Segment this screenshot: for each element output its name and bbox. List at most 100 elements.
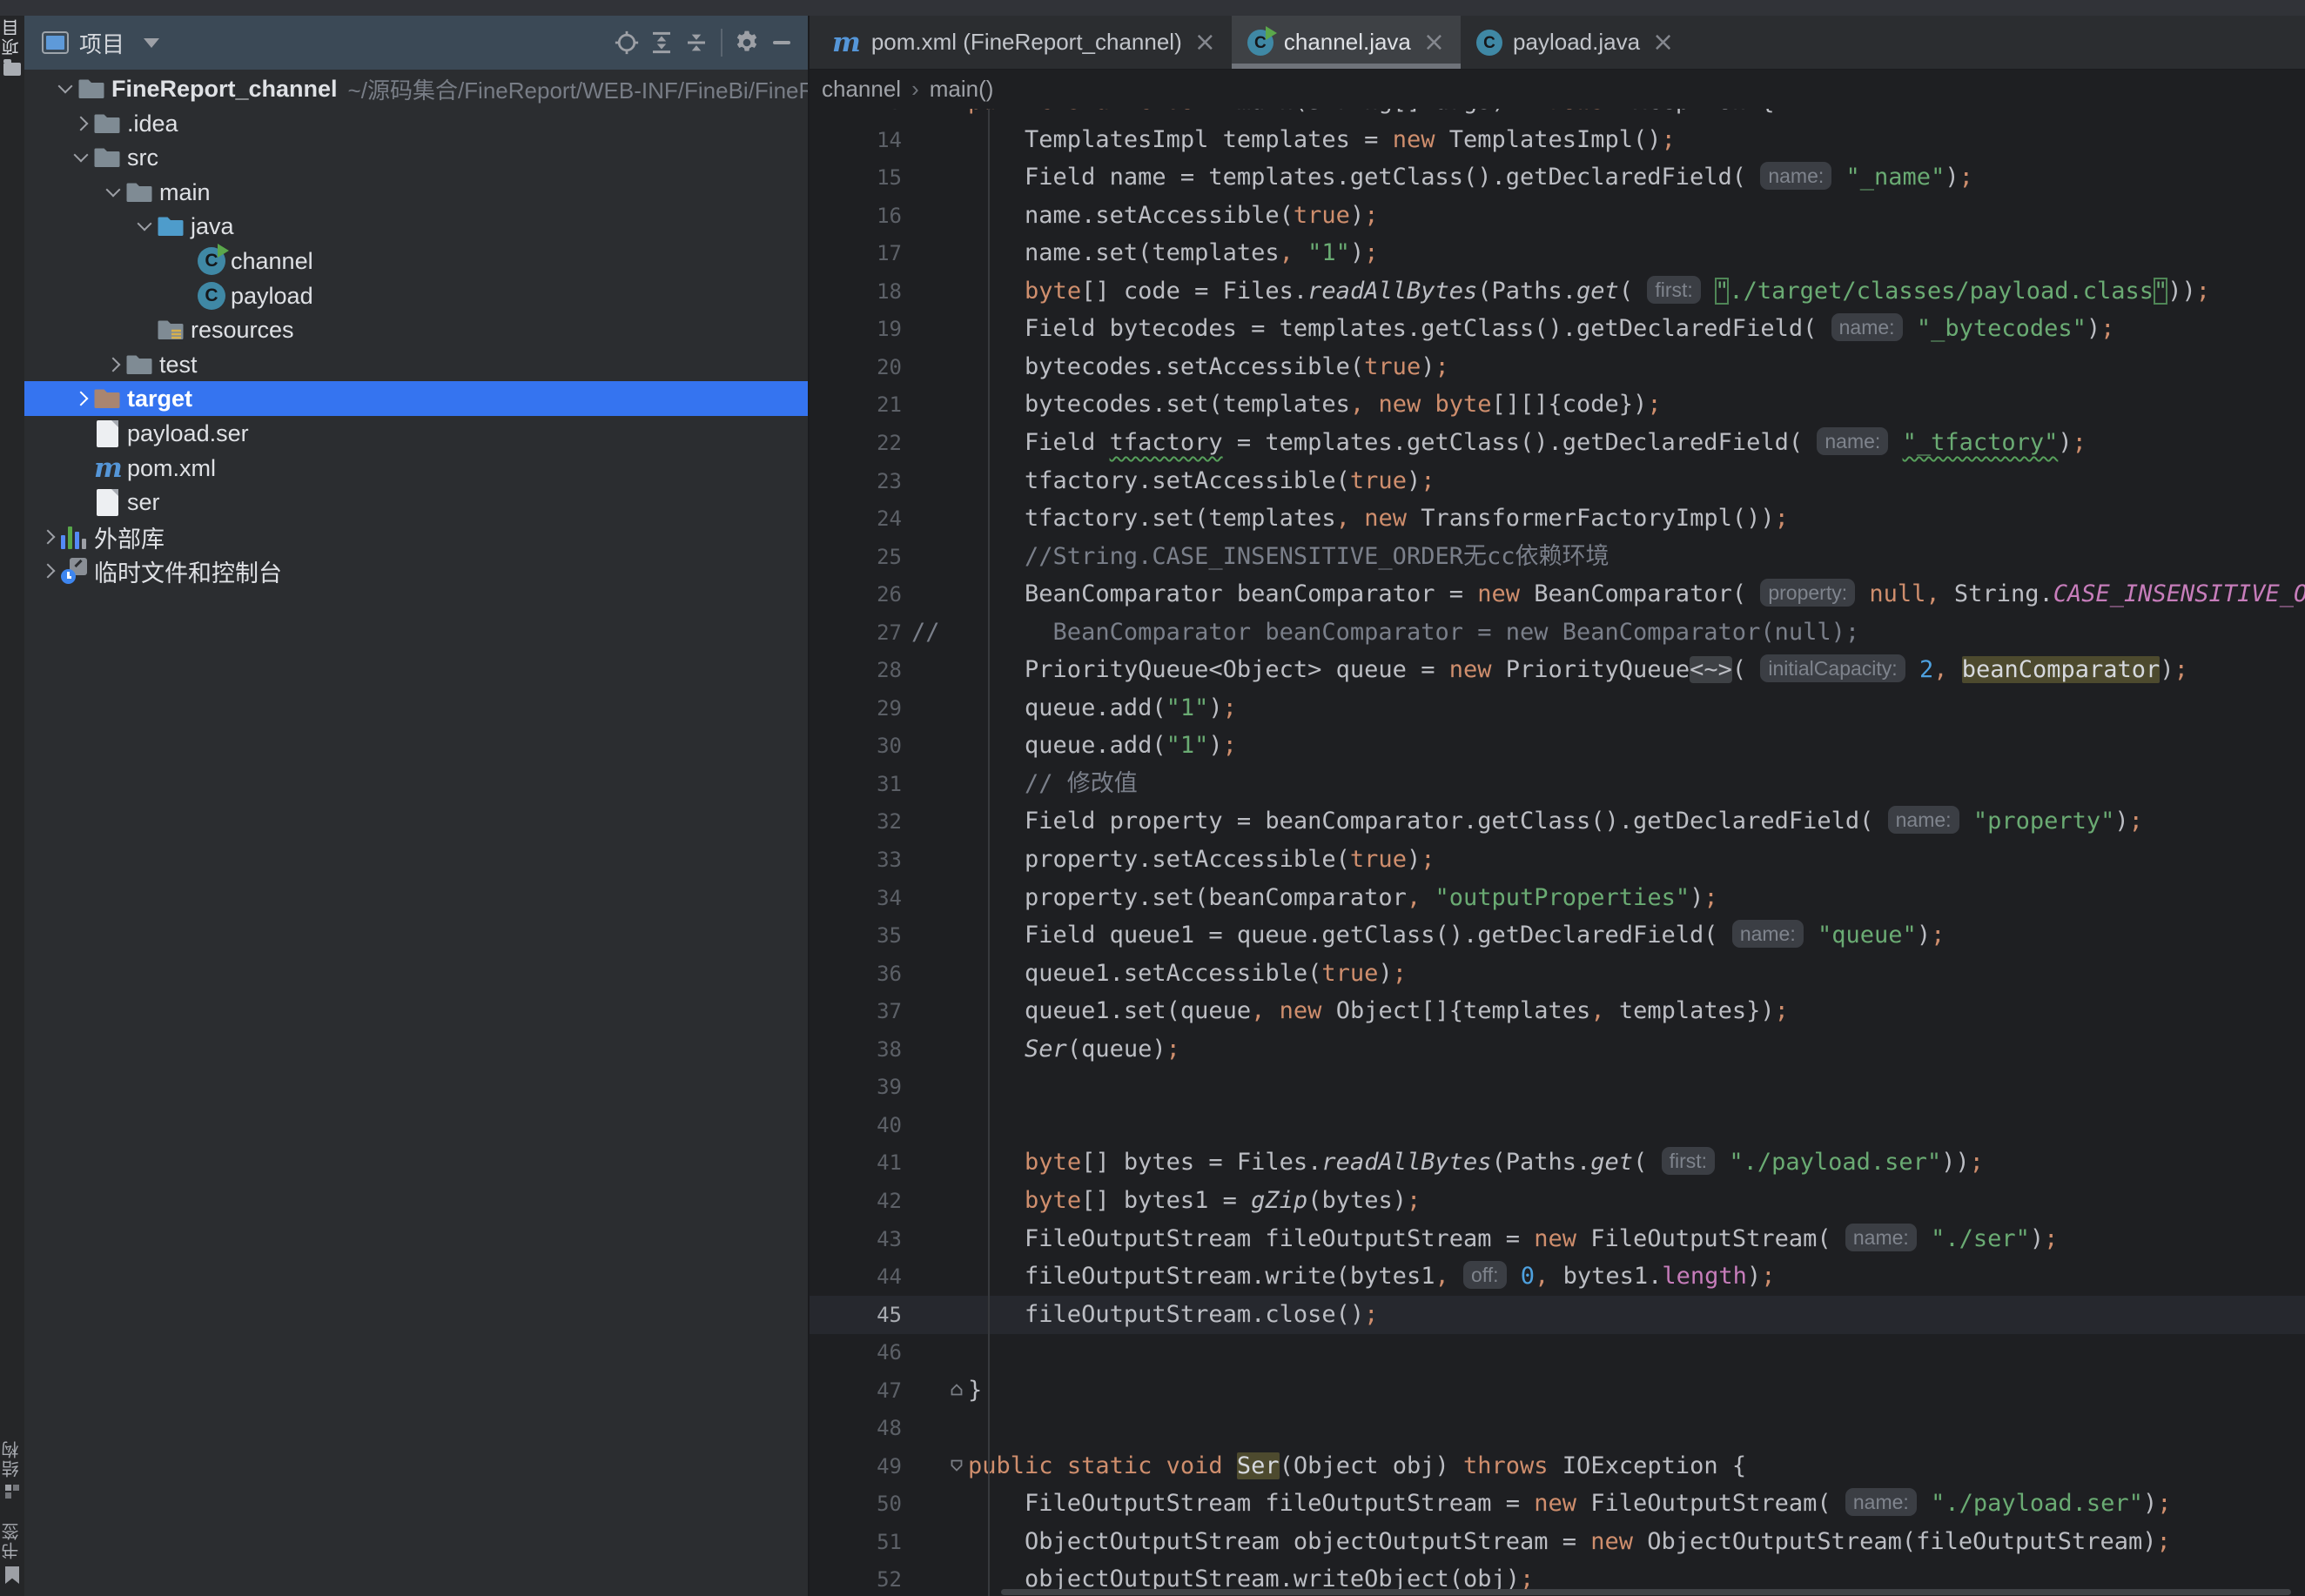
chevron-down-icon[interactable]	[144, 37, 160, 48]
code-line-22[interactable]: Field tfactory = templates.getClass().ge…	[911, 424, 2087, 462]
line-number-17[interactable]: 17	[810, 234, 902, 272]
code-line-21[interactable]: bytecodes.set(templates, new byte[][]{co…	[911, 386, 1662, 424]
tab-payload.java[interactable]: C payload.java ×	[1461, 16, 1690, 69]
line-number-48[interactable]: 48	[810, 1409, 902, 1447]
tree-item-FineReport_channel[interactable]: FineReport_channel ~/源码集合/FineReport/WEB-…	[24, 71, 810, 106]
code-line-26[interactable]: BeanComparator beanComparator = new Bean…	[911, 575, 2305, 614]
code-line-34[interactable]: property.set(beanComparator, "outputProp…	[911, 879, 1718, 917]
line-number-22[interactable]: 22	[810, 424, 902, 462]
code-line-13[interactable]: public static void main(String[] args) t…	[911, 109, 1775, 121]
line-number-15[interactable]: 15	[810, 158, 902, 197]
tab-pom.xml[interactable]: m pom.xml (FineReport_channel) ×	[816, 16, 1232, 69]
code-line-31[interactable]: // 修改值	[911, 765, 1138, 803]
line-number-16[interactable]: 16	[810, 197, 902, 235]
tree-item-外部库[interactable]: 外部库	[24, 520, 810, 554]
stripe-button-project[interactable]: 项目	[3, 17, 22, 76]
line-number-32[interactable]: 32	[810, 802, 902, 841]
breadcrumb-item[interactable]: channel	[822, 76, 901, 103]
line-number-26[interactable]: 26	[810, 575, 902, 614]
tree-item-target[interactable]: target	[24, 381, 810, 416]
chevron-down-icon[interactable]	[57, 78, 73, 94]
code-line-15[interactable]: Field name = templates.getClass().getDec…	[911, 158, 1973, 197]
code-line-32[interactable]: Field property = beanComparator.getClass…	[911, 802, 2143, 841]
tree-item-main[interactable]: main	[24, 175, 810, 210]
code-line-36[interactable]: queue1.setAccessible(true);	[911, 955, 1407, 993]
line-number-50[interactable]: 50	[810, 1485, 902, 1523]
line-number-51[interactable]: 51	[810, 1523, 902, 1561]
tree-item-channel[interactable]: C channel	[24, 244, 810, 278]
tree-item-.idea[interactable]: .idea	[24, 106, 810, 141]
tree-item-临时文件和控制台[interactable]: 临时文件和控制台	[24, 553, 810, 588]
line-number-35[interactable]: 35	[810, 916, 902, 955]
code-line-28[interactable]: PriorityQueue<Object> queue = new Priori…	[911, 651, 2188, 689]
tree-item-resources[interactable]: resources	[24, 312, 810, 347]
line-number-38[interactable]: 38	[810, 1030, 902, 1069]
code-line-50[interactable]: FileOutputStream fileOutputStream = new …	[911, 1485, 2171, 1523]
code-line-14[interactable]: TemplatesImpl templates = new TemplatesI…	[911, 121, 1676, 159]
line-number-20[interactable]: 20	[810, 348, 902, 386]
chevron-right-icon[interactable]	[73, 116, 89, 131]
close-icon[interactable]: ×	[1194, 29, 1216, 56]
close-icon[interactable]: ×	[1423, 29, 1445, 56]
code-line-27[interactable]: // BeanComparator beanComparator = new B…	[911, 614, 1859, 652]
breadcrumb-item[interactable]: main()	[930, 76, 994, 103]
line-number-23[interactable]: 23	[810, 462, 902, 500]
line-number-49[interactable]: 49	[810, 1447, 902, 1485]
horizontal-scrollbar[interactable]	[1001, 1589, 2291, 1595]
line-number-46[interactable]: 46	[810, 1333, 902, 1371]
chevron-right-icon[interactable]	[40, 563, 56, 579]
line-number-52[interactable]: 52	[810, 1560, 902, 1596]
code-line-47[interactable]: }	[911, 1371, 982, 1410]
locate-file-button[interactable]	[609, 25, 644, 60]
chevron-right-icon[interactable]	[105, 357, 121, 372]
line-number-45[interactable]: 45	[810, 1296, 902, 1334]
line-number-28[interactable]: 28	[810, 651, 902, 689]
code-line-35[interactable]: Field queue1 = queue.getClass().getDecla…	[911, 916, 1945, 955]
chevron-down-icon[interactable]	[105, 182, 121, 198]
code-line-43[interactable]: FileOutputStream fileOutputStream = new …	[911, 1220, 2058, 1258]
tree-item-ser[interactable]: ser	[24, 485, 810, 520]
line-number-43[interactable]: 43	[810, 1220, 902, 1258]
tree-item-src[interactable]: src	[24, 140, 810, 175]
line-number-27[interactable]: 27	[810, 614, 902, 652]
code-line-49[interactable]: public static void Ser(Object obj) throw…	[911, 1447, 1746, 1485]
line-number-29[interactable]: 29	[810, 689, 902, 728]
line-number-25[interactable]: 25	[810, 538, 902, 576]
panel-editor-divider[interactable]	[808, 16, 810, 1596]
chevron-down-icon[interactable]	[137, 216, 152, 231]
code-editor[interactable]: 13 public static void main(String[] args…	[810, 109, 2305, 1596]
chevron-down-icon[interactable]	[73, 147, 89, 163]
code-line-24[interactable]: tfactory.set(templates, new TransformerF…	[911, 500, 1789, 538]
chevron-right-icon[interactable]	[40, 529, 56, 545]
tab-channel.java[interactable]: C channel.java ×	[1231, 16, 1462, 69]
line-number-33[interactable]: 33	[810, 841, 902, 879]
code-line-30[interactable]: queue.add("1");	[911, 727, 1237, 765]
tree-item-java[interactable]: java	[24, 209, 810, 244]
tree-item-pom.xml[interactable]: m pom.xml	[24, 451, 810, 486]
chevron-right-icon[interactable]	[73, 391, 89, 406]
hide-panel-button[interactable]	[764, 25, 799, 60]
code-line-37[interactable]: queue1.set(queue, new Object[]{templates…	[911, 992, 1789, 1030]
line-number-18[interactable]: 18	[810, 272, 902, 311]
close-icon[interactable]: ×	[1652, 29, 1674, 56]
tree-item-test[interactable]: test	[24, 347, 810, 382]
code-line-20[interactable]: bytecodes.setAccessible(true);	[911, 348, 1449, 386]
line-number-14[interactable]: 14	[810, 121, 902, 159]
collapse-all-button[interactable]	[679, 25, 714, 60]
line-number-41[interactable]: 41	[810, 1143, 902, 1182]
expand-all-button[interactable]	[644, 25, 679, 60]
line-number-42[interactable]: 42	[810, 1182, 902, 1220]
code-line-38[interactable]: Ser(queue);	[911, 1030, 1180, 1069]
code-line-17[interactable]: name.set(templates, "1");	[911, 234, 1378, 272]
tree-item-payload.ser[interactable]: payload.ser	[24, 416, 810, 451]
line-number-37[interactable]: 37	[810, 992, 902, 1030]
line-number-21[interactable]: 21	[810, 386, 902, 424]
line-number-44[interactable]: 44	[810, 1257, 902, 1296]
line-number-19[interactable]: 19	[810, 310, 902, 348]
line-number-13[interactable]: 13	[810, 109, 902, 121]
code-line-33[interactable]: property.setAccessible(true);	[911, 841, 1435, 879]
code-line-23[interactable]: tfactory.setAccessible(true);	[911, 462, 1435, 500]
stripe-button-structure[interactable]: 结构	[3, 1439, 22, 1499]
line-number-31[interactable]: 31	[810, 765, 902, 803]
line-number-40[interactable]: 40	[810, 1106, 902, 1144]
